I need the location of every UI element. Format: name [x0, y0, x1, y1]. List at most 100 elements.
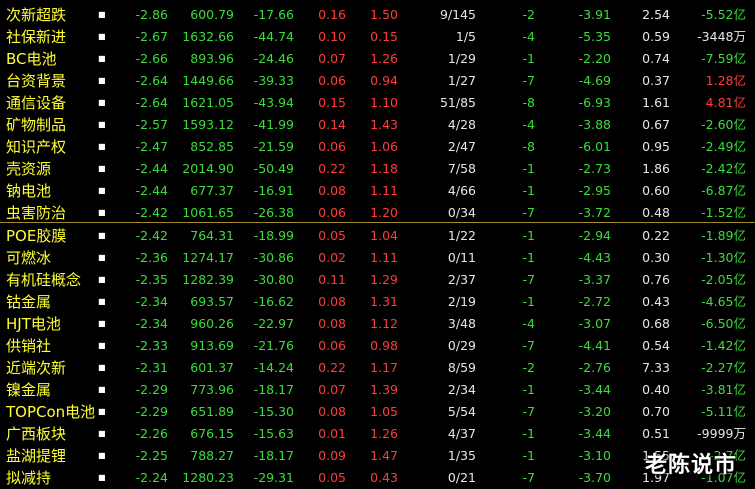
change-percent-cell: -2.47 [135, 139, 168, 154]
volume-ratio-cell: 0.98 [370, 338, 398, 353]
up-down-count-cell: 0/29 [447, 338, 476, 353]
sector-name[interactable]: HJT电池 [6, 313, 96, 335]
sector-name[interactable]: POE胶膜 [6, 225, 96, 247]
row-marker-icon: ■ [98, 10, 106, 19]
table-row[interactable]: 供销社 ■ -2.33 913.69 -21.76 0.06 0.98 0/29 -7 -4.41… [0, 335, 755, 357]
net-inflow-cell: -1.42亿 [701, 338, 746, 353]
price-cell: 773.96 [190, 382, 234, 397]
net-inflow-cell: -2.05亿 [701, 272, 746, 287]
table-row[interactable]: 钠电池 ■ -2.44 677.37 -16.91 0.08 1.11 4/66 -1 -2.95… [0, 180, 755, 202]
table-row[interactable]: 广西板块 ■ -2.26 676.15 -15.63 0.01 1.26 4/37 -1 -3.4… [0, 423, 755, 445]
sector-name[interactable]: 盐湖提锂 [6, 445, 96, 467]
change-percent-cell: -2.35 [135, 272, 168, 287]
table-row[interactable]: 有机硅概念 ■ -2.35 1282.39 -30.80 0.11 1.29 2/37 -7 -3… [0, 269, 755, 291]
change-amount-cell: -43.94 [253, 95, 294, 110]
sector-name[interactable]: 通信设备 [6, 92, 96, 114]
change-percent-cell: -2.64 [135, 95, 168, 110]
row-marker-icon: ■ [98, 341, 106, 350]
volume-ratio-cell: 0.43 [370, 470, 398, 485]
consecutive-days-cell: -1 [522, 228, 535, 243]
sector-name[interactable]: TOPCon电池 [6, 401, 96, 423]
up-down-count-cell: 1/5 [455, 29, 476, 44]
table-row[interactable]: 可燃冰 ■ -2.36 1274.17 -30.86 0.02 1.11 0/11 -1 -4.4… [0, 247, 755, 269]
net-inflow-cell: -6.87亿 [701, 183, 746, 198]
consecutive-days-cell: -8 [522, 95, 535, 110]
up-down-count-cell: 1/27 [447, 73, 476, 88]
table-row[interactable]: 钴金属 ■ -2.34 693.57 -16.62 0.08 1.31 2/19 -1 -2.72… [0, 291, 755, 313]
up-down-count-cell: 1/22 [447, 228, 476, 243]
period-change-cell: -3.72 [578, 205, 611, 220]
sector-name[interactable]: 台资背景 [6, 70, 96, 92]
row-marker-icon: ■ [98, 54, 106, 63]
table-row[interactable]: 社保新进 ■ -2.67 1632.66 -44.74 0.10 0.15 1/5 -4 -5.3… [0, 26, 755, 48]
speed-cell: 0.08 [318, 183, 346, 198]
sector-name[interactable]: 社保新进 [6, 26, 96, 48]
price-cell: 1280.23 [182, 470, 234, 485]
up-down-count-cell: 3/48 [447, 316, 476, 331]
table-row[interactable]: 近端次新 ■ -2.31 601.37 -14.24 0.22 1.17 8/59 -2 -2.7… [0, 357, 755, 379]
row-marker-icon: ■ [98, 186, 106, 195]
sector-name[interactable]: 钠电池 [6, 180, 96, 202]
row-marker-icon: ■ [98, 253, 106, 262]
sector-name[interactable]: 次新超跌 [6, 4, 96, 26]
up-down-count-cell: 2/19 [447, 294, 476, 309]
consecutive-days-cell: -4 [522, 117, 535, 132]
table-row[interactable]: 拟减持 ■ -2.24 1280.23 -29.31 0.05 0.43 0/21 -7 -3.7… [0, 467, 755, 489]
table-row[interactable]: 通信设备 ■ -2.64 1621.05 -43.94 0.15 1.10 51/85 -8 -6… [0, 92, 755, 114]
table-row[interactable]: 壳资源 ■ -2.44 2014.90 -50.49 0.22 1.18 7/58 -1 -2.7… [0, 158, 755, 180]
row-marker-icon: ■ [98, 451, 106, 460]
speed-cell: 0.01 [318, 426, 346, 441]
speed-cell: 0.22 [318, 360, 346, 375]
turnover-rate-cell: 0.60 [642, 183, 670, 198]
consecutive-days-cell: -7 [522, 73, 535, 88]
sector-name[interactable]: 壳资源 [6, 158, 96, 180]
speed-cell: 0.06 [318, 139, 346, 154]
price-cell: 651.89 [190, 404, 234, 419]
volume-ratio-cell: 1.47 [370, 448, 398, 463]
row-marker-icon: ■ [98, 231, 106, 240]
table-row[interactable]: 镍金属 ■ -2.29 773.96 -18.17 0.07 1.39 2/34 -1 -3.44… [0, 379, 755, 401]
net-inflow-cell: -2.27亿 [701, 360, 746, 375]
sector-name[interactable]: 拟减持 [6, 467, 96, 489]
sector-name[interactable]: 有机硅概念 [6, 269, 96, 291]
sector-name[interactable]: 虫害防治 [6, 202, 96, 224]
speed-cell: 0.07 [318, 51, 346, 66]
table-row[interactable]: POE胶膜 ■ -2.42 764.31 -18.99 0.05 1.04 1/22 -1 -2.… [0, 225, 755, 247]
sector-name[interactable]: BC电池 [6, 48, 96, 70]
table-row[interactable]: 台资背景 ■ -2.64 1449.66 -39.33 0.06 0.94 1/27 -7 -4.… [0, 70, 755, 92]
sector-name[interactable]: 广西板块 [6, 423, 96, 445]
sector-name[interactable]: 钴金属 [6, 291, 96, 313]
up-down-count-cell: 1/29 [447, 51, 476, 66]
change-percent-cell: -2.34 [135, 316, 168, 331]
change-percent-cell: -2.36 [135, 250, 168, 265]
table-row[interactable]: 次新超跌 ■ -2.86 600.79 -17.66 0.16 1.50 9/145 -2 -3.… [0, 4, 755, 26]
table-row[interactable]: TOPCon电池 ■ -2.29 651.89 -15.30 0.08 1.05 5/54 -7… [0, 401, 755, 423]
price-cell: 676.15 [190, 426, 234, 441]
consecutive-days-cell: -1 [522, 51, 535, 66]
table-row[interactable]: 虫害防治 ■ -2.42 1061.65 -26.38 0.06 1.20 0/34 -7 -3.… [0, 202, 755, 224]
table-row[interactable]: BC电池 ■ -2.66 893.96 -24.46 0.07 1.26 1/29 -1 -2.2… [0, 48, 755, 70]
sector-name[interactable]: 镍金属 [6, 379, 96, 401]
change-amount-cell: -21.59 [253, 139, 294, 154]
up-down-count-cell: 51/85 [439, 95, 476, 110]
change-amount-cell: -50.49 [253, 161, 294, 176]
consecutive-days-cell: -1 [522, 426, 535, 441]
volume-ratio-cell: 1.50 [370, 7, 398, 22]
sector-name[interactable]: 矿物制品 [6, 114, 96, 136]
net-inflow-cell: -1.30亿 [701, 250, 746, 265]
sector-name[interactable]: 供销社 [6, 335, 96, 357]
speed-cell: 0.05 [318, 470, 346, 485]
table-row[interactable]: 知识产权 ■ -2.47 852.85 -21.59 0.06 1.06 2/47 -8 -6.0… [0, 136, 755, 158]
period-change-cell: -3.10 [578, 448, 611, 463]
sector-name[interactable]: 知识产权 [6, 136, 96, 158]
sector-name[interactable]: 近端次新 [6, 357, 96, 379]
consecutive-days-cell: -1 [522, 250, 535, 265]
sector-name[interactable]: 可燃冰 [6, 247, 96, 269]
change-amount-cell: -30.86 [253, 250, 294, 265]
table-row[interactable]: 盐湖提锂 ■ -2.25 788.27 -18.17 0.09 1.47 1/35 -1 -3.1… [0, 445, 755, 467]
turnover-rate-cell: 0.37 [642, 73, 670, 88]
consecutive-days-cell: -7 [522, 404, 535, 419]
table-row[interactable]: 矿物制品 ■ -2.57 1593.12 -41.99 0.14 1.43 4/28 -4 -3.… [0, 114, 755, 136]
table-row[interactable]: HJT电池 ■ -2.34 960.26 -22.97 0.08 1.12 3/48 -4 -3.… [0, 313, 755, 335]
change-percent-cell: -2.67 [135, 29, 168, 44]
